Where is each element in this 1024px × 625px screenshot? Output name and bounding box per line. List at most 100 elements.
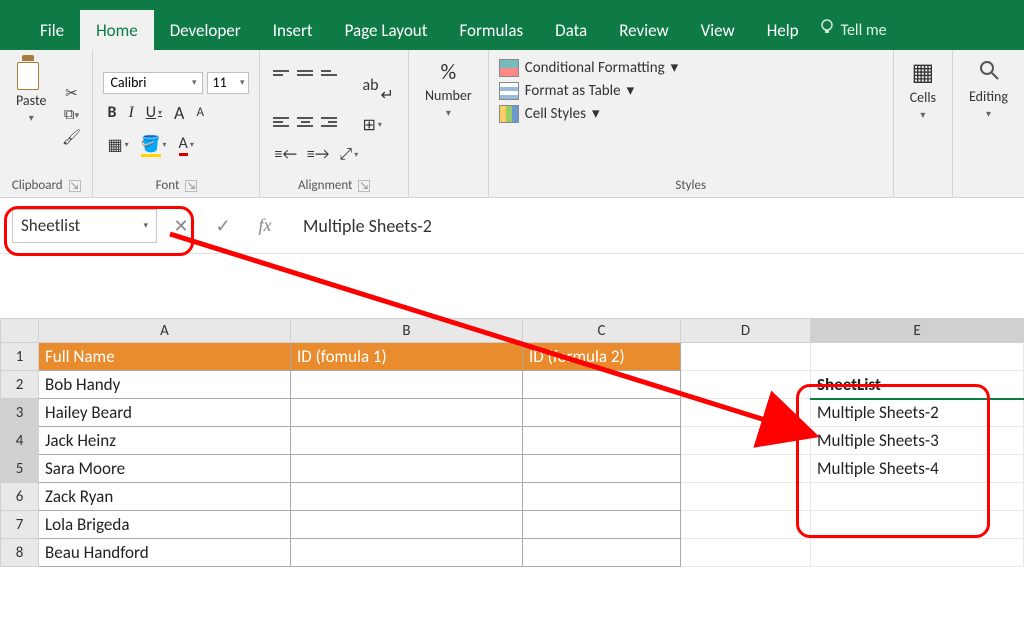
underline-button[interactable]: U▾ [142,101,166,124]
align-bottom-button[interactable] [318,64,340,82]
cell-A4[interactable]: Jack Heinz [39,427,291,455]
cancel-formula-button[interactable]: ✕ [167,215,195,237]
cells-button[interactable]: ▦ Cells▾ [904,54,942,176]
align-top-button[interactable] [270,64,292,82]
cell-D8[interactable] [681,539,811,567]
align-center-button[interactable] [294,113,316,131]
tab-file[interactable]: File [24,10,80,50]
cell-C6[interactable] [523,483,681,511]
increase-indent-button[interactable]: ≡→ [303,143,333,166]
cell-A3[interactable]: Hailey Beard [39,399,291,427]
copy-button[interactable]: ⧉▾ [60,105,82,125]
row-1[interactable]: 1 [1,343,39,371]
row-2[interactable]: 2 [1,371,39,399]
merge-center-button[interactable]: ⊞▾ [358,113,385,137]
tab-review[interactable]: Review [603,10,684,50]
col-E[interactable]: E [811,319,1024,343]
enter-formula-button[interactable]: ✓ [209,215,237,237]
font-dialog-launcher[interactable]: ↘ [185,180,197,192]
shrink-font-button[interactable]: A [192,103,208,122]
tab-insert[interactable]: Insert [257,10,329,50]
paste-button[interactable]: Paste ▾ [10,54,52,176]
tell-me[interactable]: Tell me [819,10,887,50]
row-6[interactable]: 6 [1,483,39,511]
cell-E8[interactable] [811,539,1024,567]
cell-E3[interactable]: Multiple Sheets-2 [811,399,1024,427]
cell-C4[interactable] [523,427,681,455]
cell-D5[interactable] [681,455,811,483]
cell-B3[interactable] [291,399,523,427]
align-left-button[interactable] [270,113,292,131]
borders-button[interactable]: ▦▾ [103,133,132,157]
cell-C3[interactable] [523,399,681,427]
cell-A7[interactable]: Lola Brigeda [39,511,291,539]
fx-button[interactable]: fx [251,215,279,236]
number-format-button[interactable]: % Number ▾ [419,54,478,176]
cell-E5[interactable]: Multiple Sheets-4 [811,455,1024,483]
cell-B2[interactable] [291,371,523,399]
cell-C7[interactable] [523,511,681,539]
grow-font-button[interactable]: A [170,100,188,126]
wrap-text-button[interactable]: ab↵ [358,64,397,107]
bold-button[interactable]: B [103,101,120,124]
tab-view[interactable]: View [685,10,751,50]
tab-help[interactable]: Help [751,10,815,50]
alignment-dialog-launcher[interactable]: ↘ [358,180,370,192]
cut-button[interactable]: ✂ [60,83,82,103]
cell-D4[interactable] [681,427,811,455]
conditional-formatting-button[interactable]: Conditional Formatting▾ [499,58,883,77]
tab-page-layout[interactable]: Page Layout [329,10,444,50]
row-5[interactable]: 5 [1,455,39,483]
font-name-select[interactable]: Calibri▾ [103,72,203,94]
row-4[interactable]: 4 [1,427,39,455]
row-7[interactable]: 7 [1,511,39,539]
cell-E7[interactable] [811,511,1024,539]
select-all-corner[interactable] [1,319,39,343]
tab-formulas[interactable]: Formulas [443,10,539,50]
cell-C5[interactable] [523,455,681,483]
row-3[interactable]: 3 [1,399,39,427]
font-color-button[interactable]: A▾ [175,132,198,158]
name-box[interactable]: Sheetlist ▾ [12,209,157,243]
align-right-button[interactable] [318,113,340,131]
cell-D2[interactable] [681,371,811,399]
font-size-select[interactable]: 11▾ [207,72,249,94]
orientation-button[interactable]: ⤢▾ [335,143,362,166]
tab-data[interactable]: Data [539,10,603,50]
clipboard-dialog-launcher[interactable]: ↘ [69,180,81,192]
cell-B5[interactable] [291,455,523,483]
cell-B1[interactable]: ID (fomula 1) [291,343,523,371]
col-C[interactable]: C [523,319,681,343]
cell-D1[interactable] [681,343,811,371]
col-D[interactable]: D [681,319,811,343]
italic-button[interactable]: I [124,102,137,124]
cell-B6[interactable] [291,483,523,511]
cell-E1[interactable] [811,343,1024,371]
cell-A8[interactable]: Beau Handford [39,539,291,567]
tab-developer[interactable]: Developer [154,10,257,50]
cell-D7[interactable] [681,511,811,539]
cell-C8[interactable] [523,539,681,567]
cell-D3[interactable] [681,399,811,427]
col-A[interactable]: A [39,319,291,343]
cell-A6[interactable]: Zack Ryan [39,483,291,511]
cell-A2[interactable]: Bob Handy [39,371,291,399]
col-B[interactable]: B [291,319,523,343]
cell-C1[interactable]: ID (formula 2) [523,343,681,371]
formula-input[interactable]: Multiple Sheets-2 [293,209,1020,243]
cell-A1[interactable]: Full Name [39,343,291,371]
tab-home[interactable]: Home [80,10,154,50]
fill-color-button[interactable]: 🪣▾ [137,132,171,159]
cell-E6[interactable] [811,483,1024,511]
cell-B8[interactable] [291,539,523,567]
format-painter-button[interactable]: 🖌 [60,127,82,147]
cell-B7[interactable] [291,511,523,539]
cell-styles-button[interactable]: Cell Styles▾ [499,104,883,123]
decrease-indent-button[interactable]: ≡← [270,143,300,166]
cell-C2[interactable] [523,371,681,399]
align-middle-button[interactable] [294,64,316,82]
cell-E4[interactable]: Multiple Sheets-3 [811,427,1024,455]
cell-A5[interactable]: Sara Moore [39,455,291,483]
cell-D6[interactable] [681,483,811,511]
format-as-table-button[interactable]: Format as Table▾ [499,81,883,100]
